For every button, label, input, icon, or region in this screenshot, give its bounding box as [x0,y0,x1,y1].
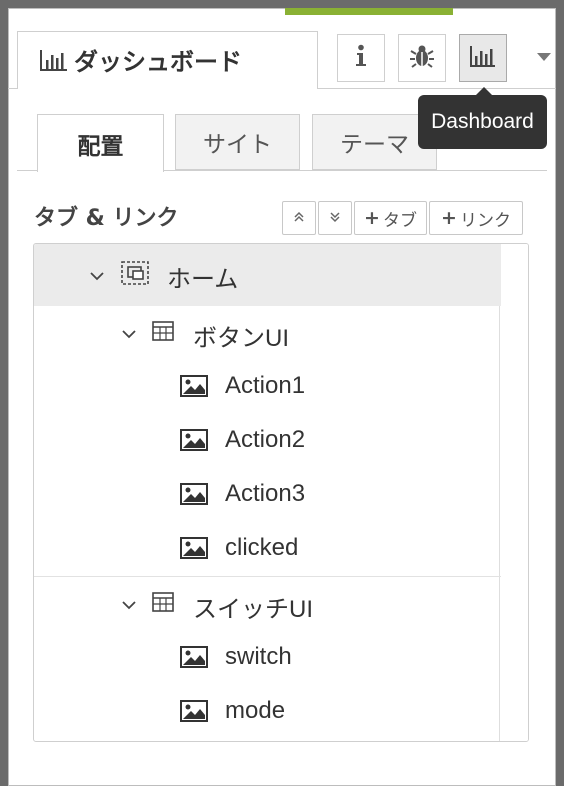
image-icon [180,429,208,455]
tab-layout[interactable]: 配置 [37,114,164,172]
tree-widget[interactable]: Action2 [34,414,501,468]
chevron-down-icon[interactable] [122,595,136,614]
expand-all-button[interactable] [282,201,316,235]
dashboard-button[interactable] [459,34,507,82]
tree-group-buttons[interactable]: ボタンUI [34,306,501,360]
tab-site[interactable]: サイト [175,114,300,170]
info-button[interactable] [337,34,385,82]
bug-icon [409,43,435,73]
image-icon [180,483,208,509]
image-icon [180,646,208,672]
tooltip: Dashboard [418,87,547,149]
double-chevron-down-icon [329,208,341,228]
image-icon [180,537,208,563]
chevron-down-icon[interactable] [122,324,136,343]
collapse-all-button[interactable] [318,201,352,235]
layout-tree: ホーム ボタンUI Action1 Action2 Action3 clicke… [33,243,529,742]
tree-widget-label: Action3 [225,480,306,507]
tree-widget[interactable]: clicked [34,522,501,576]
dashboard-tab[interactable]: ダッシュボード [17,31,318,89]
accent-bar [285,8,453,15]
plus-icon: + [441,207,457,229]
tree-widget[interactable]: Action3 [34,468,501,522]
info-icon [355,44,367,72]
chevron-down-icon[interactable] [90,266,104,285]
add-link-button[interactable]: + リンク [429,201,523,235]
tree-scrollbar[interactable] [499,244,528,741]
bar-chart-icon [40,49,68,75]
tree-tab-home[interactable]: ホーム [34,244,501,306]
image-icon [180,375,208,401]
tree-group-switches[interactable]: スイッチUI [34,577,501,631]
table-icon [152,592,174,616]
tab-frame-icon [120,260,150,290]
debug-button[interactable] [398,34,446,82]
tree-tab-label: ホーム [167,266,239,293]
double-chevron-up-icon [293,208,305,228]
image-icon [180,700,208,726]
table-icon [152,321,174,345]
dashboard-tab-label: ダッシュボード [74,48,242,76]
tree-widget-label: mode [225,697,286,724]
tree-group-label: スイッチUI [193,596,313,623]
tree-widget-label: Action2 [225,426,306,453]
tree-widget-label: switch [225,643,292,670]
add-tab-label: タブ [382,210,417,231]
tree-widget-label: Action1 [225,372,306,399]
tree-group-label: ボタンUI [193,325,289,352]
add-tab-button[interactable]: + タブ [354,201,427,235]
tree-widget[interactable]: Action1 [34,360,501,414]
section-title: タブ & リンク [34,206,179,231]
tree-widget[interactable]: mode [34,685,501,739]
add-link-label: リンク [459,210,511,231]
tree-widget-label: clicked [225,534,299,561]
tree-widget[interactable]: switch [34,631,501,685]
sidebar-menu-caret-icon[interactable] [537,53,551,61]
plus-icon: + [364,207,380,229]
bar-chart-icon [470,45,496,71]
